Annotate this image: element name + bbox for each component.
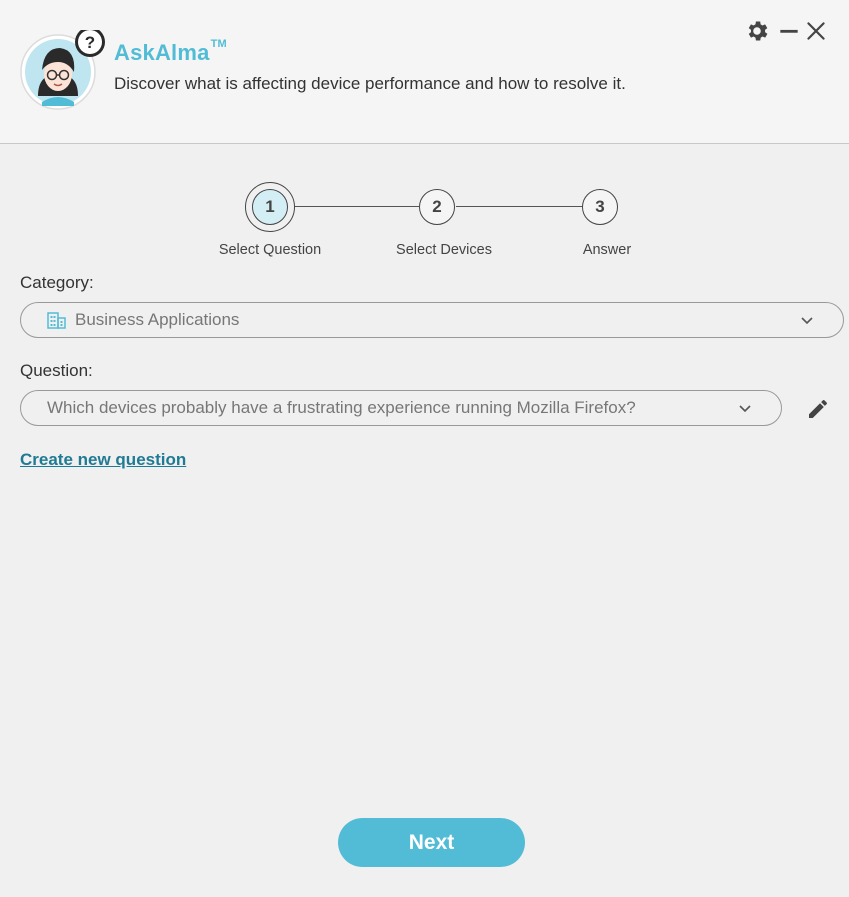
app-title-text: AskAlma [114,40,210,65]
step-1-label: Select Question [218,242,322,258]
chevron-down-icon [801,317,813,325]
stepper: 1 2 3 Select Question Select Devices Ans… [0,180,849,270]
minimize-button[interactable] [776,18,802,44]
help-badge: ? [85,33,95,52]
chevron-down-icon [739,405,751,413]
question-value: Which devices probably have a frustratin… [47,398,636,417]
step-connector [294,206,419,207]
app-subtitle: Discover what is affecting device perfor… [114,74,626,93]
gear-icon [748,21,768,41]
building-icon [47,312,66,329]
pencil-icon [809,399,827,418]
trademark: TM [210,38,227,50]
step-connector [456,206,583,207]
step-1-circle[interactable]: 1 [252,189,288,225]
next-button[interactable]: Next [338,818,525,867]
header: ? AskAlmaTM Discover what is affecting d… [0,0,849,144]
minimize-icon [780,29,798,33]
step-2-label: Select Devices [396,242,492,258]
app-title: AskAlmaTM [114,38,227,66]
question-select[interactable]: Which devices probably have a frustratin… [20,390,782,426]
step-2-circle[interactable]: 2 [419,189,455,225]
close-icon [807,22,825,40]
edit-question-button[interactable] [806,397,832,421]
category-select[interactable]: Business Applications [20,302,844,338]
question-label: Question: [20,361,93,380]
category-value: Business Applications [75,310,240,329]
alma-avatar: ? [20,27,105,110]
settings-button[interactable] [744,18,770,44]
step-3-circle[interactable]: 3 [582,189,618,225]
category-label: Category: [20,273,94,292]
step-3-label: Answer [582,242,632,258]
close-button[interactable] [803,18,829,44]
create-new-question-link[interactable]: Create new question [20,450,186,470]
